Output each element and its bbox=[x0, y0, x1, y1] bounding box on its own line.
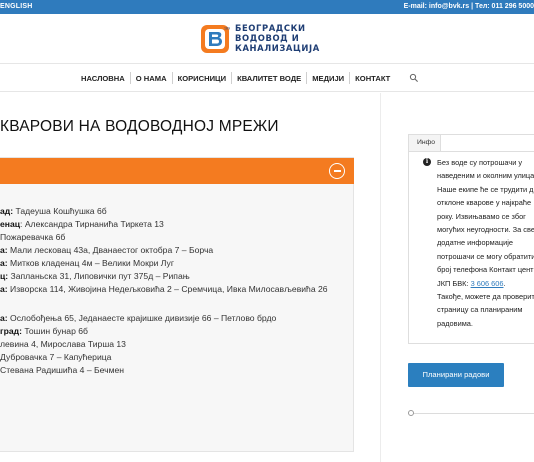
logo-line-1: БЕОГРАДСКИ bbox=[235, 23, 306, 33]
list-item: а: Митков кладенац 4м – Велики Мокри Луг bbox=[0, 258, 174, 268]
list-item: ц: Запланьска 31, Липовички пут 375д – Р… bbox=[0, 271, 190, 281]
nav-item-about[interactable]: О НАМА bbox=[131, 74, 172, 83]
list-item: Стевана Радишића 4 – Бечмен bbox=[0, 365, 125, 375]
top-bar: ENGLISH E-mail: info@bvk.rs | Тел: 011 2… bbox=[0, 0, 534, 14]
info-icon: i bbox=[423, 158, 431, 166]
list-item: град: Тошин бунар 6б bbox=[0, 326, 88, 336]
planned-works-button[interactable]: Планирани радови bbox=[408, 363, 504, 387]
list-item: левина 4, Мирослава Тирша 13 bbox=[0, 339, 126, 349]
accordion-header[interactable] bbox=[0, 158, 354, 184]
page-title: КВАРОВИ НА ВОДОВОДНОЈ МРЕЖИ bbox=[0, 118, 279, 135]
nav-item-customers[interactable]: КОРИСНИЦИ bbox=[173, 74, 232, 83]
slider-track bbox=[412, 412, 534, 414]
list-item: Дубровачка 7 – Капућерица bbox=[0, 352, 112, 362]
slider-handle[interactable] bbox=[408, 410, 414, 416]
sidebar-slider[interactable] bbox=[408, 410, 534, 416]
nav-item-home[interactable]: НАСЛОВНА bbox=[76, 74, 130, 83]
bvk-logo-icon: 1892 bbox=[201, 25, 230, 53]
site-logo[interactable]: 1892 БЕОГРАДСКИ ВОДОВОД И КАНАЛИЗАЦИЈА bbox=[200, 22, 330, 56]
nav-item-water-quality[interactable]: КВАЛИТЕТ ВОДЕ bbox=[232, 74, 306, 83]
list-item: а: Мали лесковац 43а, Дванаестог октобра… bbox=[0, 245, 214, 255]
nav-item-contact[interactable]: КОНТАКТ bbox=[350, 74, 395, 83]
collapse-icon[interactable] bbox=[329, 163, 345, 179]
info-text: Без воде су потрошачи у наведеним и окол… bbox=[437, 158, 534, 328]
column-divider bbox=[380, 93, 381, 462]
list-item: а: Ослобођења 65, Једанаесте крајишке ди… bbox=[0, 313, 277, 323]
outage-list: ад: Тадеуша Кошћушка 6б енац: Александра… bbox=[0, 205, 354, 377]
list-item: а: Изворска 114, Живојина Недељковића 2 … bbox=[0, 284, 328, 294]
tab-info[interactable]: Инфо bbox=[409, 135, 441, 152]
info-box: Инфо i Без воде су потрошачи у наведеним… bbox=[408, 134, 534, 344]
search-icon[interactable] bbox=[409, 73, 419, 83]
logo-line-3: КАНАЛИЗАЦИЈА bbox=[235, 43, 320, 53]
logo-wordmark: БЕОГРАДСКИ ВОДОВОД И КАНАЛИЗАЦИЈА bbox=[235, 23, 320, 53]
contact-info[interactable]: E-mail: info@bvk.rs | Тел: 011 296 5000 bbox=[404, 3, 534, 10]
list-item: ад: Тадеуша Кошћушка 6б bbox=[0, 206, 107, 216]
list-item: Пожаревачка 6б bbox=[0, 232, 66, 242]
logo-line-2: ВОДОВОД И bbox=[235, 33, 300, 43]
logo-year: 1892 bbox=[224, 26, 230, 30]
list-item: енац: Александра Тирнанића Тиркета 13 bbox=[0, 219, 164, 229]
main-nav: НАСЛОВНА О НАМА КОРИСНИЦИ КВАЛИТЕТ ВОДЕ … bbox=[0, 64, 534, 92]
nav-item-media[interactable]: МЕДИЈИ bbox=[307, 74, 349, 83]
language-switch-link[interactable]: ENGLISH bbox=[0, 3, 33, 10]
outages-accordion: ад: Тадеуша Кошћушка 6б енац: Александра… bbox=[0, 157, 354, 452]
site-header: 1892 БЕОГРАДСКИ ВОДОВОД И КАНАЛИЗАЦИЈА bbox=[0, 14, 534, 64]
phone-link[interactable]: 3 606 606 bbox=[471, 279, 504, 288]
